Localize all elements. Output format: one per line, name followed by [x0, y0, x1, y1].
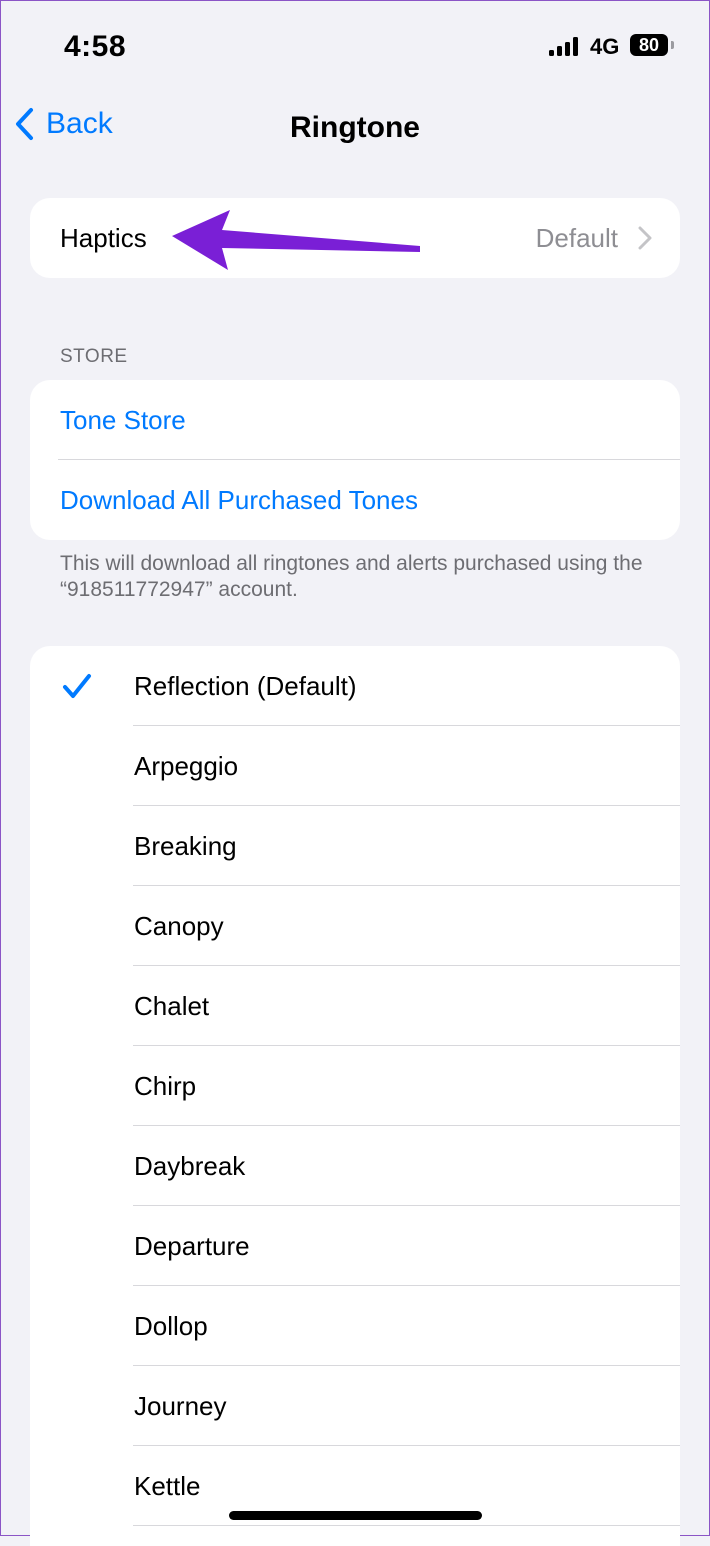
checkmark-icon	[63, 674, 91, 698]
ringtone-label: Dollop	[134, 1310, 208, 1341]
cellular-signal-icon	[549, 36, 579, 56]
annotation-arrow-icon	[172, 210, 420, 270]
chevron-right-icon	[638, 226, 652, 250]
ringtone-label: Canopy	[134, 910, 224, 941]
ringtone-row-departure[interactable]: Departure	[30, 1206, 680, 1286]
ringtone-row-breaking[interactable]: Breaking	[30, 806, 680, 886]
ringtone-label: Daybreak	[134, 1150, 246, 1181]
battery-cap	[671, 41, 674, 49]
ringtone-row-daybreak[interactable]: Daybreak	[30, 1126, 680, 1206]
ringtone-row-arpeggio[interactable]: Arpeggio	[30, 726, 680, 806]
ringtone-label: Breaking	[134, 830, 237, 861]
ringtone-row-dollop[interactable]: Dollop	[30, 1286, 680, 1366]
ringtone-row-canopy[interactable]: Canopy	[30, 886, 680, 966]
download-purchased-tones-link: Download All Purchased Tones	[60, 484, 418, 515]
haptics-label: Haptics	[60, 222, 147, 253]
battery-level: 80	[638, 35, 660, 55]
navigation-bar: Back Ringtone	[0, 95, 710, 159]
ringtone-label: Reflection (Default)	[134, 670, 357, 701]
store-card: Tone Store Download All Purchased Tones	[30, 380, 680, 540]
ringtone-row-chirp[interactable]: Chirp	[30, 1046, 680, 1126]
ringtone-label: Arpeggio	[134, 750, 239, 781]
network-type: 4G	[590, 34, 620, 59]
battery-icon: 80	[630, 34, 668, 56]
haptics-value: Default	[535, 222, 618, 253]
ringtone-list: Reflection (Default) Arpeggio Breaking C…	[30, 646, 680, 1546]
home-indicator[interactable]	[229, 1511, 482, 1520]
ringtone-label: Chalet	[134, 990, 210, 1021]
ringtone-label: Departure	[134, 1230, 250, 1261]
tone-store-row[interactable]: Tone Store	[30, 380, 680, 460]
ringtone-label: Chirp	[134, 1070, 197, 1101]
store-section-header: STORE	[60, 346, 128, 367]
ringtone-label: Kettle	[134, 1470, 201, 1501]
status-time: 4:58	[64, 30, 127, 63]
store-footer-note: This will download all ringtones and ale…	[60, 552, 643, 601]
ringtone-row-chalet[interactable]: Chalet	[30, 966, 680, 1046]
download-purchased-tones-row[interactable]: Download All Purchased Tones	[30, 460, 680, 540]
ringtone-row-reflection[interactable]: Reflection (Default)	[30, 646, 680, 726]
divider	[133, 1525, 680, 1526]
ringtone-label: Journey	[134, 1390, 227, 1421]
status-bar: 4:58 4G 80	[0, 0, 710, 90]
page-title: Ringtone	[290, 111, 420, 144]
tone-store-link: Tone Store	[60, 404, 186, 435]
ringtone-row-journey[interactable]: Journey	[30, 1366, 680, 1446]
